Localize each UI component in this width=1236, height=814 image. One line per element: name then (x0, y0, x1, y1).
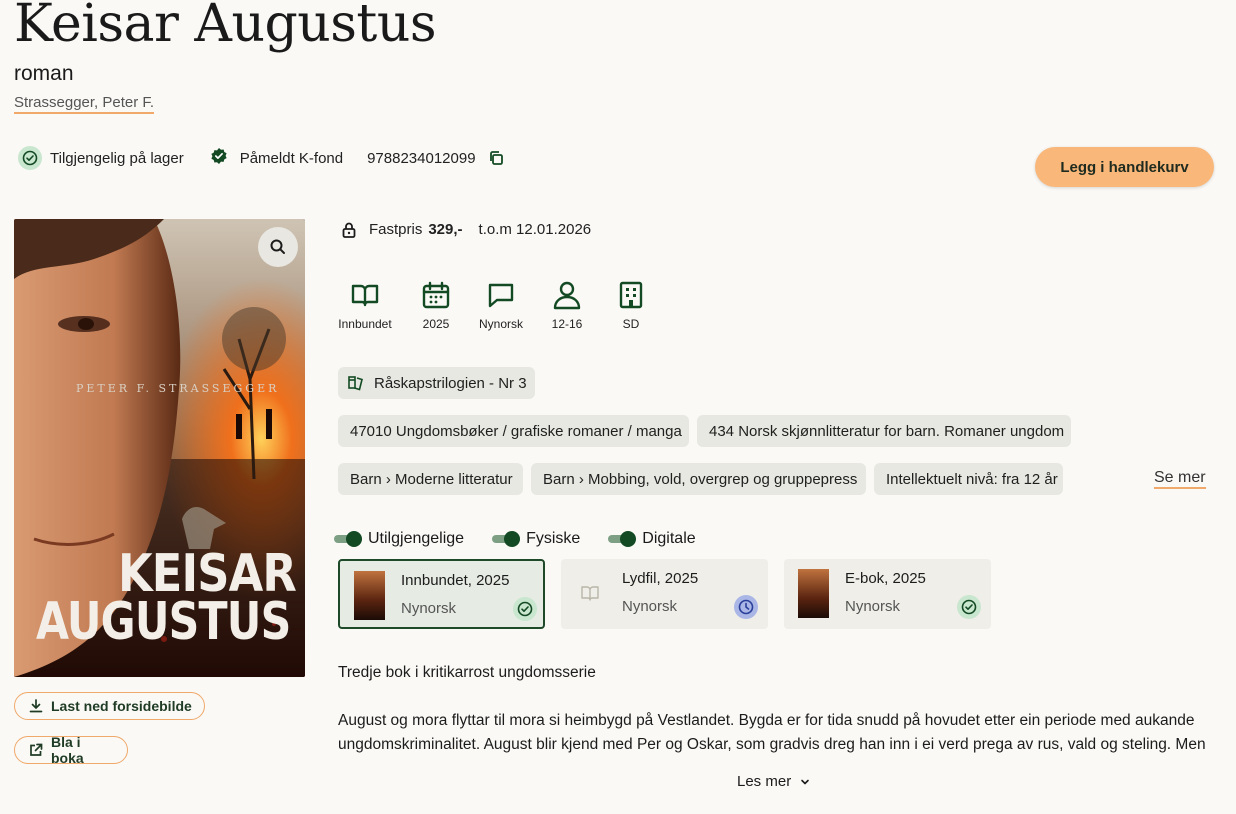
cover-title-line1: KEISAR (118, 544, 297, 604)
book-open-icon (351, 284, 379, 307)
download-icon (29, 699, 43, 713)
category-chip[interactable]: Barn › Moderne litteratur (338, 463, 523, 495)
book-open-icon (581, 585, 599, 601)
format-filters: Utilgjengelige Fysiske Digitale (334, 530, 696, 548)
author-link[interactable]: Strassegger, Peter F. (14, 94, 155, 114)
attribute-age: 12-16 (535, 280, 599, 331)
attribute-sd: SD (599, 280, 663, 331)
edition-thumbnail (354, 571, 385, 620)
edition-language: Nynorsk (401, 600, 457, 617)
toggle-digital[interactable] (608, 531, 637, 547)
attribute-label: 2025 (422, 317, 450, 331)
toggle-physical-label: Fysiske (526, 530, 581, 547)
external-link-icon (29, 743, 43, 757)
attribute-binding: Innbundet (333, 280, 397, 331)
browse-book-button[interactable]: Bla i boka (14, 734, 128, 766)
person-icon (553, 281, 581, 310)
copy-icon[interactable] (488, 150, 504, 166)
cover-title-line2: AUGUSTUS (36, 592, 291, 652)
edition-thumbnail (798, 569, 829, 618)
download-cover-label: Last ned forsidebilde (51, 698, 192, 714)
toggle-unavailable-label: Utilgjengelige (368, 530, 465, 547)
isbn-value: 9788234012099 (367, 149, 476, 167)
books-icon (348, 375, 364, 391)
edition-language: Nynorsk (622, 598, 678, 615)
series-label: Råskapstrilogien - Nr 3 (374, 374, 527, 392)
speech-bubble-icon (488, 283, 514, 308)
attribute-label: Innbundet (338, 317, 392, 331)
zoom-button[interactable] (258, 227, 298, 267)
description-line: ungdomskriminalitet. August blir kjend m… (338, 736, 1206, 753)
see-more-link[interactable]: Se mer (1154, 469, 1206, 489)
series-chip[interactable]: Råskapstrilogien - Nr 3 (338, 367, 535, 399)
chevron-down-icon (800, 778, 810, 786)
category-chip[interactable]: 434 Norsk skjønnlitteratur for barn. Rom… (697, 415, 1071, 447)
clock-icon (734, 595, 758, 619)
edition-card-audio[interactable]: Lydfil, 2025 Nynorsk (561, 559, 768, 629)
edition-format: Lydfil, 2025 (622, 570, 699, 587)
kfond-label: Påmeldt K-fond (239, 149, 344, 167)
price-row: Fastpris 329,- t.o.m 12.01.2026 (342, 221, 591, 238)
availability-status: Tilgjengelig på lager (18, 146, 184, 170)
availability-label: Tilgjengelig på lager (50, 149, 184, 167)
attribute-year: 2025 (404, 280, 468, 331)
check-circle-icon (957, 595, 981, 619)
category-chip[interactable]: Barn › Mobbing, vold, overgrep og gruppe… (531, 463, 866, 495)
check-circle-icon (513, 597, 537, 621)
read-more-label: Les mer (737, 773, 792, 790)
status-row: Tilgjengelig på lager Påmeldt K-fond 978… (18, 146, 504, 170)
book-subtitle: roman (14, 62, 74, 85)
category-chip[interactable]: Intellektuelt nivå: fra 12 år (874, 463, 1063, 495)
toggle-digital-label: Digitale (642, 530, 696, 547)
edition-format: E-bok, 2025 (845, 570, 926, 587)
building-icon (619, 281, 643, 309)
toggle-physical[interactable] (492, 531, 521, 547)
book-cover-image[interactable]: PETER F. STRASSEGGER KEISAR AUGUSTUS (14, 219, 305, 677)
edition-language: Nynorsk (845, 598, 901, 615)
download-cover-button[interactable]: Last ned forsidebilde (14, 692, 205, 720)
attribute-language: Nynorsk (469, 280, 533, 331)
magnifier-icon (269, 238, 287, 256)
calendar-icon (422, 281, 450, 309)
book-title: Keisar Augustus (14, 0, 437, 54)
read-more-link[interactable]: Les mer (737, 773, 810, 790)
edition-card-hardcover[interactable]: Innbundet, 2025 Nynorsk (338, 559, 545, 629)
browse-book-label: Bla i boka (51, 734, 84, 766)
add-to-cart-button[interactable]: Legg i handlekurv (1035, 147, 1214, 187)
description-line: August og mora flyttar til mora si heimb… (338, 712, 1195, 729)
category-chip[interactable]: 47010 Ungdomsbøker / grafiske romaner / … (338, 415, 689, 447)
price-value: 329,- (428, 221, 463, 238)
price-valid-until: t.o.m 12.01.2026 (478, 221, 592, 238)
edition-format: Innbundet, 2025 (401, 572, 510, 589)
check-circle-icon (18, 146, 42, 170)
attribute-label: Nynorsk (478, 317, 523, 331)
verified-badge-icon (210, 147, 228, 169)
attribute-label: SD (622, 317, 640, 331)
price-label: Fastpris (369, 221, 423, 238)
edition-card-ebook[interactable]: E-bok, 2025 Nynorsk (784, 559, 991, 629)
description-lead: Tredje bok i kritikarrost ungdomsserie (338, 664, 596, 681)
toggle-unavailable[interactable] (334, 531, 362, 547)
lock-icon (342, 222, 356, 238)
isbn: 9788234012099 (367, 150, 503, 167)
cover-author-text: PETER F. STRASSEGGER (76, 382, 280, 395)
attribute-label: 12-16 (551, 317, 583, 331)
kfond-status: Påmeldt K-fond (210, 147, 343, 169)
